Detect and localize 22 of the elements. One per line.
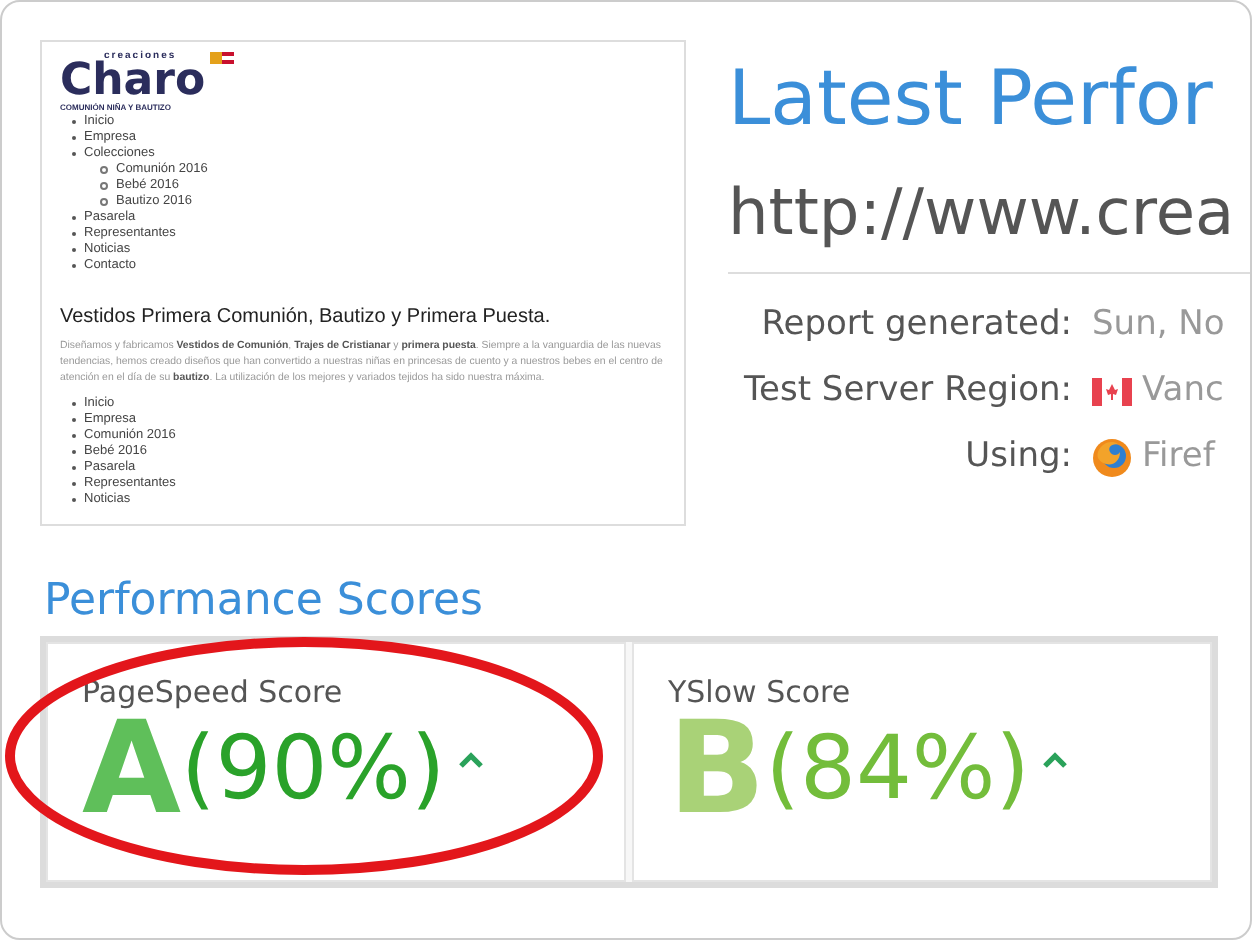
tested-url: http://www.crea — [728, 172, 1237, 252]
detail-value: Sun, No — [1092, 302, 1225, 348]
score-grade: A — [82, 710, 182, 830]
score-label: YSlow Score — [668, 674, 853, 710]
browser-globe-icon — [1092, 437, 1132, 477]
caret-up-icon — [457, 750, 484, 770]
detail-label: Using: — [963, 434, 1072, 480]
caret-up-icon — [1041, 750, 1068, 770]
detail-label: Report generated: — [759, 302, 1072, 348]
canada-flag-icon — [1092, 377, 1132, 405]
score-grade: B — [668, 710, 766, 830]
report-title: Latest Perfor — [728, 52, 1215, 146]
section-title: Performance Scores — [44, 576, 485, 628]
score-percent: (90%) — [181, 716, 446, 824]
page-heading: Vestidos Primera Comunión, Bautizo y Primera Puesta. — [60, 306, 553, 328]
logo-wordmark: Charo — [60, 62, 206, 102]
language-flags-icon — [209, 52, 234, 64]
score-percent: (84%) — [765, 716, 1030, 824]
detail-label: Test Server Region: — [742, 368, 1072, 414]
detail-value: Vanc — [1142, 368, 1224, 414]
score-label: PageSpeed Score — [82, 674, 345, 710]
detail-value: Firef — [1142, 434, 1215, 480]
